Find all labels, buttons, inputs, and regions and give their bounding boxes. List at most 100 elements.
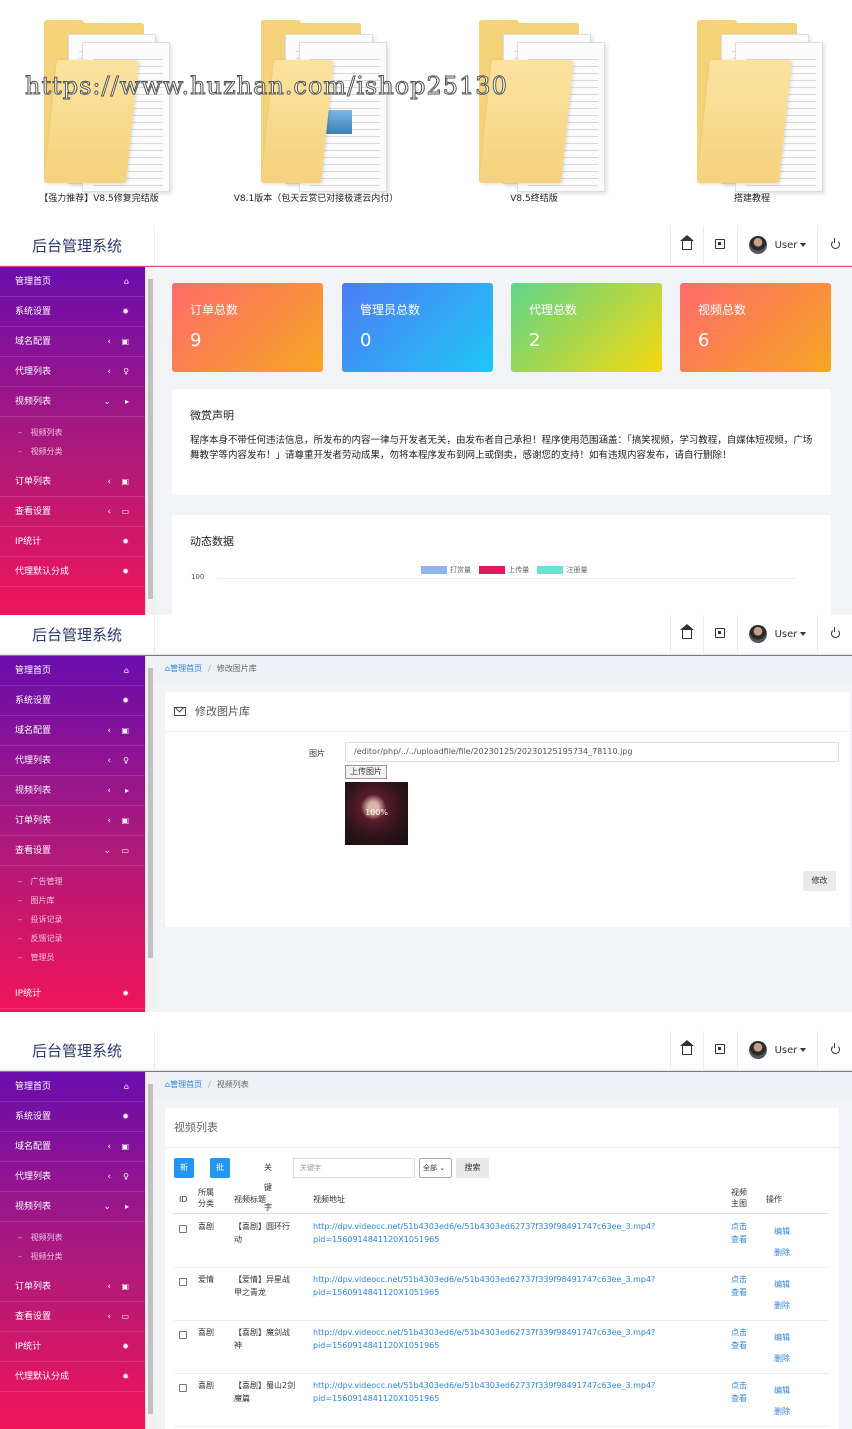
batch-add-button[interactable]: 批量新增: [210, 1158, 230, 1232]
row-checkbox[interactable]: [179, 1278, 187, 1286]
notice-card: 微赏声明 程序本身不带任何违法信息，所发布的内容一律与开发者无关，由发布者自己承…: [172, 389, 831, 495]
sidebar-item[interactable]: 查看设置 ‹ ▭: [0, 497, 145, 527]
sidebar-item[interactable]: 订单列表 ‹ ▣: [0, 1272, 145, 1302]
sidebar-item-label: 查看设置: [15, 846, 52, 856]
sidebar-item[interactable]: 域名配置 ‹ ▣: [0, 327, 145, 357]
sidebar-item[interactable]: 管理首页 ⌂: [0, 656, 145, 686]
row-url-line2[interactable]: pid=1560914841120X1051965: [313, 1339, 439, 1352]
sidebar-item[interactable]: 域名配置 ‹ ▣: [0, 716, 145, 746]
sidebar-item[interactable]: 代理列表 ‹ ♀: [0, 746, 145, 776]
sidebar-subitem[interactable]: 视频列表: [0, 423, 145, 442]
row-url-line1[interactable]: http://dpv.videocc.net/51b4303ed6/e/51b4…: [313, 1379, 655, 1392]
row-view-link-2[interactable]: 查看: [731, 1339, 747, 1352]
fullscreen-button[interactable]: [703, 615, 736, 655]
row-view-link-1[interactable]: 点击: [731, 1220, 747, 1233]
sidebar-item[interactable]: 查看设置 ‹ ▭: [0, 1302, 145, 1332]
add-button[interactable]: 新增: [174, 1158, 194, 1192]
submit-modify-button[interactable]: 修改: [803, 871, 836, 891]
sidebar-item[interactable]: 代理默认分成 ✹: [0, 1362, 145, 1392]
fullscreen-button[interactable]: [703, 226, 736, 266]
scrollbar-thumb[interactable]: [148, 279, 153, 599]
sidebar-scrollbar[interactable]: [145, 1072, 155, 1429]
y-axis-tick: 100: [191, 573, 205, 581]
image-path-input[interactable]: /editor/php/../../uploadfile/file/202301…: [345, 742, 839, 762]
scrollbar-thumb[interactable]: [148, 1084, 153, 1414]
row-delete-link[interactable]: 删除: [774, 1352, 790, 1365]
search-button[interactable]: 搜索: [456, 1158, 489, 1178]
row-checkbox[interactable]: [179, 1384, 187, 1392]
sidebar-scrollbar[interactable]: [145, 267, 155, 615]
sidebar-item[interactable]: 订单列表 ‹ ▣: [0, 467, 145, 497]
sidebar-subitem[interactable]: 投诉记录: [0, 910, 145, 929]
sidebar-item[interactable]: 订单列表 ‹ ▣: [0, 806, 145, 836]
sidebar-subitem[interactable]: 广告管理: [0, 872, 145, 891]
row-url-line1[interactable]: http://dpv.videocc.net/51b4303ed6/e/51b4…: [313, 1273, 655, 1286]
row-view-link-1[interactable]: 点击: [731, 1326, 747, 1339]
row-view-link-1[interactable]: 点击: [731, 1379, 747, 1392]
sidebar-item[interactable]: 视频列表 ⌄ ▸: [0, 1192, 145, 1222]
sidebar-subitem[interactable]: 视频分类: [0, 1247, 145, 1266]
folder-1[interactable]: 【强力推荐】V8.5修复完结版: [24, 20, 174, 210]
folder-4[interactable]: 搭建教程: [677, 20, 827, 210]
row-checkbox[interactable]: [179, 1331, 187, 1339]
row-delete-link[interactable]: 删除: [774, 1405, 790, 1418]
category-select[interactable]: 全部 ⌄: [419, 1158, 452, 1178]
row-view-link-1[interactable]: 点击: [731, 1273, 747, 1286]
breadcrumb-home-link[interactable]: ⌂管理首页: [165, 1080, 202, 1089]
fullscreen-button[interactable]: [703, 1031, 736, 1071]
sidebar-item[interactable]: 管理首页 ⌂: [0, 267, 145, 297]
row-view-link-2[interactable]: 查看: [731, 1286, 747, 1299]
home-button[interactable]: [670, 226, 703, 266]
row-url-line2[interactable]: pid=1560914841120X1051965: [313, 1392, 439, 1405]
stat-title: 管理员总数: [360, 303, 421, 317]
sidebar-item[interactable]: IP统计 ✹: [0, 979, 145, 1009]
sidebar-subitem[interactable]: 视频列表: [0, 1228, 145, 1247]
sidebar-item[interactable]: 视频列表 ⌄ ▸: [0, 387, 145, 417]
logout-button[interactable]: [817, 226, 852, 266]
sidebar-item[interactable]: 代理默认分成 ✹: [0, 557, 145, 587]
sidebar-item[interactable]: 系统设置 ✹: [0, 1102, 145, 1132]
logout-button[interactable]: [817, 615, 852, 655]
user-menu[interactable]: User: [737, 615, 817, 655]
logout-button[interactable]: [817, 1031, 852, 1071]
breadcrumb-home-link[interactable]: ⌂管理首页: [165, 664, 202, 673]
sidebar-item[interactable]: IP统计 ✹: [0, 527, 145, 557]
row-edit-link[interactable]: 编辑: [774, 1384, 790, 1397]
col-main-2: 主图: [731, 1199, 747, 1208]
row-view-link-2[interactable]: 查看: [731, 1233, 747, 1246]
sidebar-item[interactable]: 管理首页 ⌂: [0, 1072, 145, 1102]
sidebar-item[interactable]: IP统计 ✹: [0, 1332, 145, 1362]
row-url-line1[interactable]: http://dpv.videocc.net/51b4303ed6/e/51b4…: [313, 1220, 655, 1233]
sidebar-subitem[interactable]: 图片库: [0, 891, 145, 910]
upload-image-button[interactable]: 上传图片: [345, 765, 387, 779]
row-delete-link[interactable]: 删除: [774, 1246, 790, 1259]
folder-3[interactable]: V8.5终结版: [459, 20, 609, 210]
row-edit-link[interactable]: 编辑: [774, 1225, 790, 1238]
sidebar-subitem[interactable]: 管理员: [0, 948, 145, 967]
sidebar-subitem[interactable]: 视频分类: [0, 442, 145, 461]
sidebar-subitem[interactable]: 反馈记录: [0, 929, 145, 948]
keyword-input[interactable]: 关键字: [293, 1158, 415, 1178]
row-edit-link[interactable]: 编辑: [774, 1278, 790, 1291]
sidebar-item[interactable]: 代理列表 ‹ ♀: [0, 357, 145, 387]
row-url-line2[interactable]: pid=1560914841120X1051965: [313, 1286, 439, 1299]
user-menu[interactable]: User: [737, 1031, 817, 1071]
home-button[interactable]: [670, 615, 703, 655]
row-url-line1[interactable]: http://dpv.videocc.net/51b4303ed6/e/51b4…: [313, 1326, 655, 1339]
sidebar-item[interactable]: 代理列表 ‹ ♀: [0, 1162, 145, 1192]
sidebar-item[interactable]: 系统设置 ✹: [0, 686, 145, 716]
sidebar-item[interactable]: 视频列表 ‹ ▸: [0, 776, 145, 806]
scrollbar-thumb[interactable]: [148, 668, 153, 958]
row-delete-link[interactable]: 删除: [774, 1299, 790, 1312]
sidebar-scrollbar[interactable]: [145, 656, 155, 1012]
row-url-line2[interactable]: pid=1560914841120X1051965: [313, 1233, 439, 1246]
sidebar-item[interactable]: 系统设置 ✹: [0, 297, 145, 327]
user-menu[interactable]: User: [737, 226, 817, 266]
sidebar-item[interactable]: 域名配置 ‹ ▣: [0, 1132, 145, 1162]
home-button[interactable]: [670, 1031, 703, 1071]
row-view-link-2[interactable]: 查看: [731, 1392, 747, 1405]
folder-2[interactable]: V8.1版本（包天云赏已对接极速云内付）: [234, 20, 398, 210]
row-edit-link[interactable]: 编辑: [774, 1331, 790, 1344]
row-checkbox[interactable]: [179, 1225, 187, 1233]
sidebar-item[interactable]: 查看设置 ⌄ ▭: [0, 836, 145, 866]
